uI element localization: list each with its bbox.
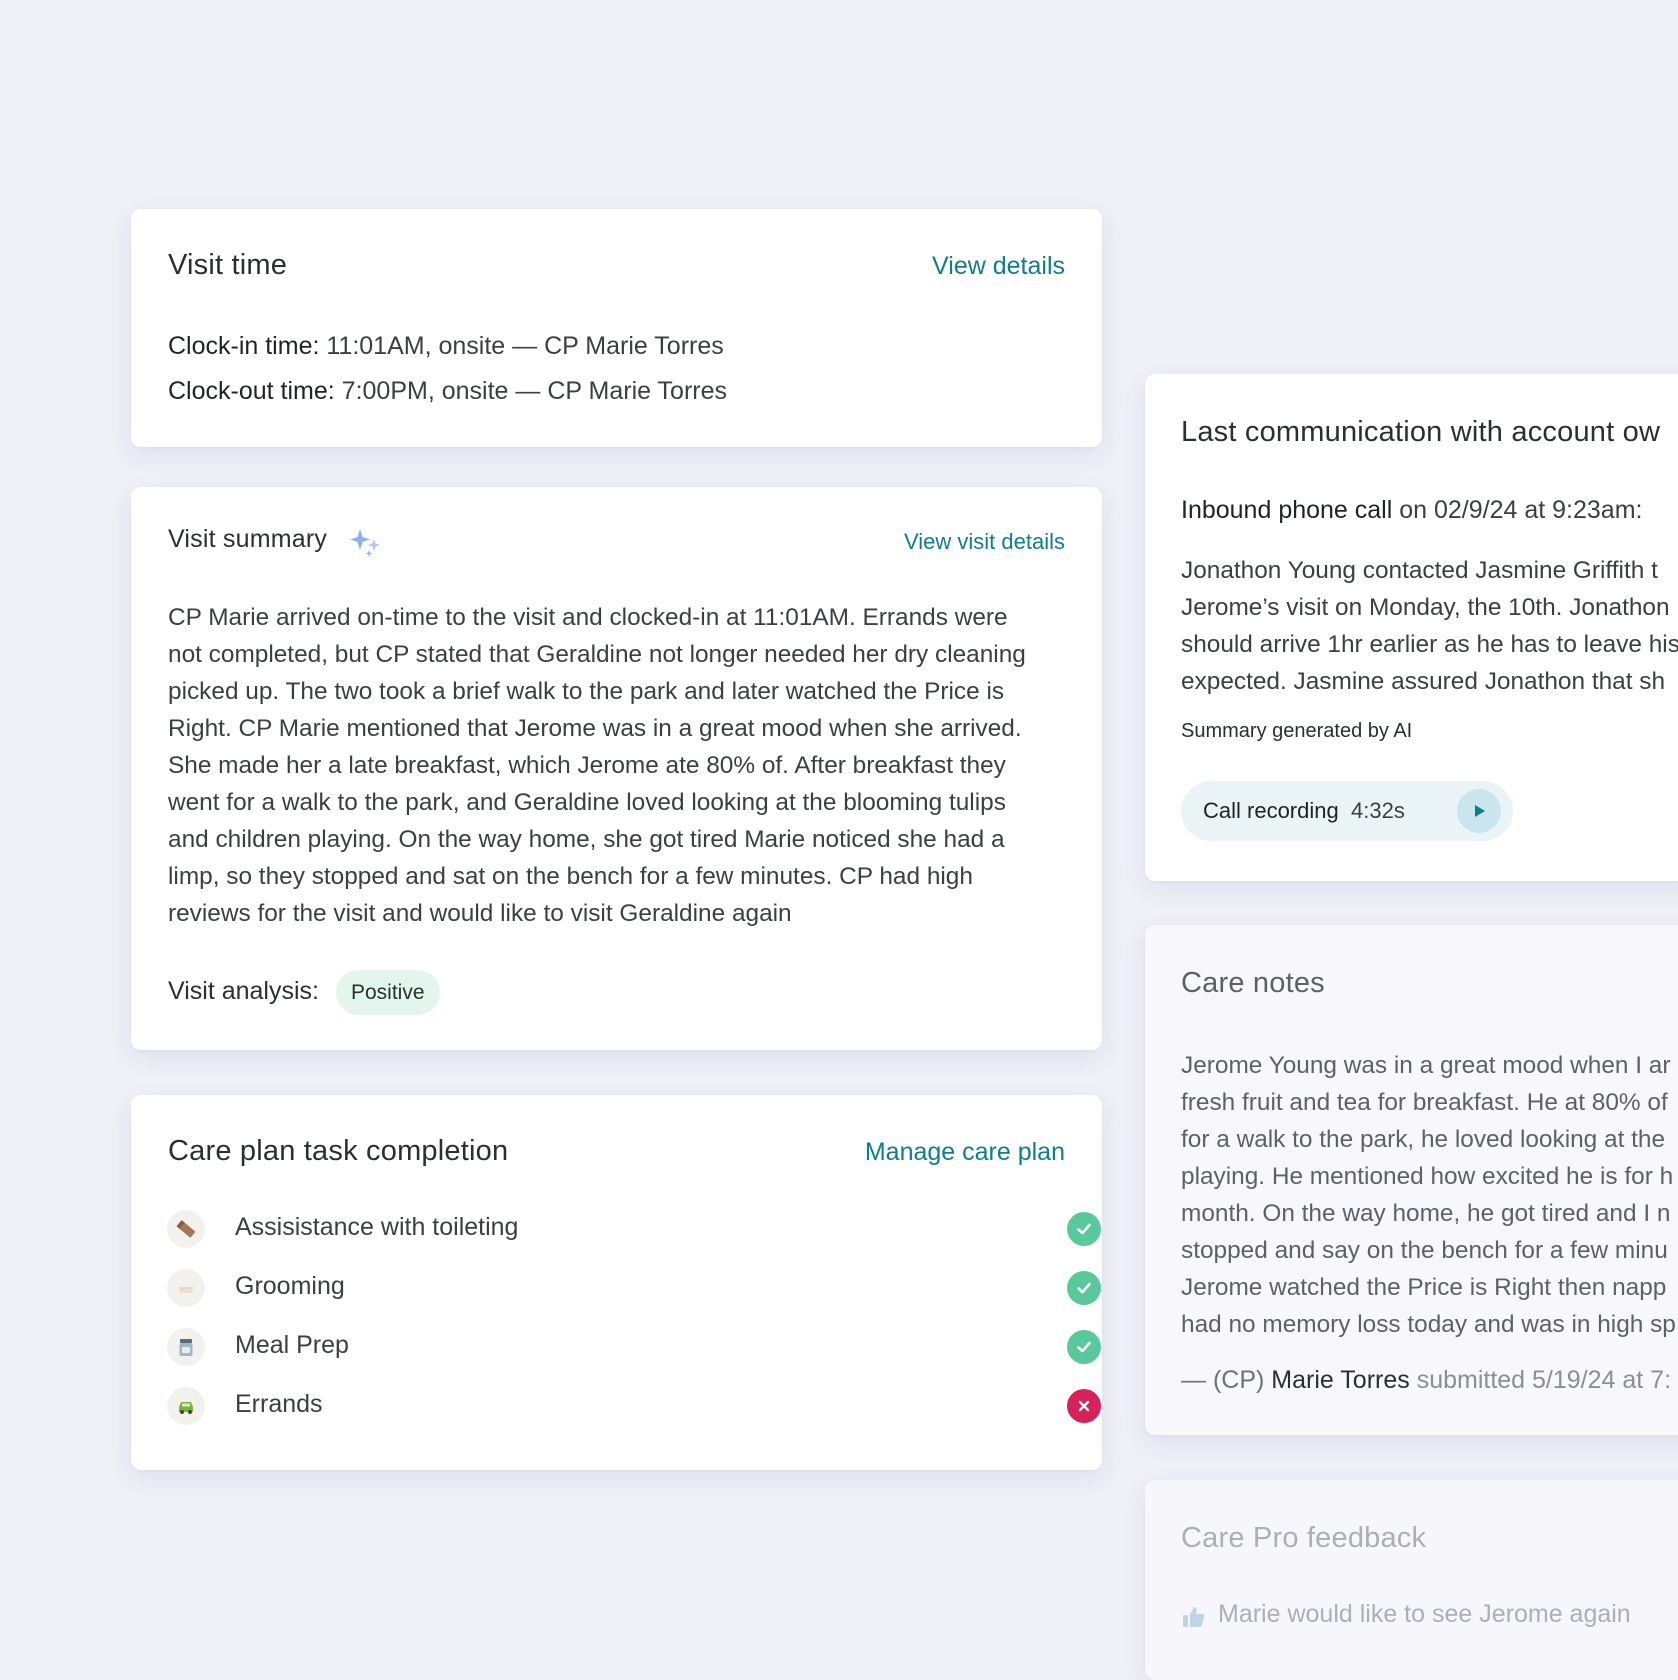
clock-in-row: Clock-in time: 11:01AM, onsite — CP Mari…	[168, 332, 724, 361]
play-button[interactable]	[1457, 789, 1501, 833]
comb-icon	[167, 1269, 205, 1307]
task-label: Errands	[235, 1390, 323, 1418]
care-notes-line: month. On the way home, he got tired and…	[1181, 1200, 1671, 1227]
last-communication-title: Last communication with account ow	[1181, 416, 1661, 448]
last-communication-card: Last communication with account ow Inbou…	[1145, 374, 1678, 881]
call-type: Inbound phone call	[1181, 496, 1393, 524]
check-icon	[1067, 1271, 1101, 1305]
care-notes-line: had no memory loss today and was in high…	[1181, 1311, 1676, 1338]
view-details-link[interactable]: View details	[932, 252, 1065, 281]
care-notes-line: Jerome watched the Price is Right then n…	[1181, 1274, 1667, 1301]
visit-analysis-label: Visit analysis:	[168, 977, 319, 1005]
clock-out-value: 7:00PM, onsite — CP Marie Torres	[334, 377, 728, 405]
call-summary-line: Jerome’s visit on Monday, the 10th. Jona…	[1181, 594, 1670, 621]
summary-line: not completed, but CP stated that Gerald…	[168, 641, 1026, 668]
care-notes-title: Care notes	[1181, 967, 1325, 999]
check-icon	[1067, 1212, 1101, 1246]
toilet-paper-icon	[167, 1210, 205, 1248]
signature-submitted: submitted 5/19/24 at 7:	[1409, 1366, 1672, 1394]
task-row-meal-prep: Meal Prep	[167, 1328, 1101, 1368]
call-recording-duration: 4:32s	[1351, 798, 1405, 823]
summary-line: reviews for the visit and would like to …	[168, 900, 792, 927]
task-label: Grooming	[235, 1272, 345, 1300]
call-summary-line: Jonathon Young contacted Jasmine Griffit…	[1181, 557, 1658, 584]
summary-line: went for a walk to the park, and Geraldi…	[168, 789, 1006, 816]
visit-summary-card: Visit summary View visit details CP Mari…	[131, 487, 1102, 1050]
feedback-item: Marie would like to see Jerome again	[1218, 1600, 1631, 1628]
care-notes-card: Care notes Jerome Young was in a great m…	[1145, 925, 1678, 1435]
thumbs-up-icon	[1181, 1604, 1207, 1635]
summary-line: She made her a late breakfast, which Jer…	[168, 752, 1006, 779]
signature-name: Marie Torres	[1271, 1366, 1410, 1394]
call-recording-player: Call recording 4:32s	[1181, 781, 1513, 841]
call-summary-line: should arrive 1hr earlier as he has to l…	[1181, 631, 1678, 658]
visit-analysis-badge: Positive	[336, 970, 440, 1015]
task-row-grooming: Grooming	[167, 1269, 1101, 1309]
call-recording-label: Call recording	[1203, 798, 1339, 823]
ai-sparkle-icon	[349, 527, 383, 562]
feedback-title: Care Pro feedback	[1181, 1522, 1427, 1554]
visit-summary-text: CP Marie arrived on-time to the visit an…	[168, 599, 1026, 932]
visit-time-title: Visit time	[168, 249, 288, 281]
manage-care-plan-link[interactable]: Manage care plan	[865, 1138, 1065, 1167]
summary-line: and children playing. On the way home, s…	[168, 826, 1005, 853]
care-plan-card: Care plan task completion Manage care pl…	[131, 1095, 1102, 1470]
summary-line: limp, so they stopped and sat on the ben…	[168, 863, 973, 890]
task-label: Assisistance with toileting	[235, 1213, 519, 1241]
care-notes-line: for a walk to the park, he loved looking…	[1181, 1126, 1666, 1153]
care-notes-line: fresh fruit and tea for breakfast. He at…	[1181, 1089, 1668, 1116]
x-icon	[1067, 1389, 1101, 1423]
care-plan-title: Care plan task completion	[168, 1135, 509, 1167]
view-visit-details-link[interactable]: View visit details	[904, 529, 1065, 555]
check-icon	[1067, 1330, 1101, 1364]
clock-out-label: Clock-out time:	[168, 377, 335, 405]
jar-icon	[167, 1328, 205, 1366]
call-summary-text: Jonathon Young contacted Jasmine Griffit…	[1181, 552, 1678, 700]
clock-in-label: Clock-in time:	[168, 332, 320, 360]
care-notes-line: stopped and say on the bench for a few m…	[1181, 1237, 1668, 1264]
call-when: on 02/9/24 at 9:23am:	[1392, 496, 1643, 524]
task-row-errands: Errands	[167, 1387, 1101, 1427]
care-pro-feedback-card: Care Pro feedback Marie would like to se…	[1145, 1480, 1678, 1680]
signature-prefix: — (CP)	[1181, 1366, 1272, 1394]
summary-line: picked up. The two took a brief walk to …	[168, 678, 1005, 705]
ai-summary-note: Summary generated by AI	[1181, 720, 1413, 742]
call-summary-line: expected. Jasmine assured Jonathon that …	[1181, 668, 1666, 695]
care-notes-signature: — (CP) Marie Torres submitted 5/19/24 at…	[1181, 1366, 1671, 1395]
clock-in-value: 11:01AM, onsite — CP Marie Torres	[319, 332, 724, 360]
play-icon	[1475, 805, 1485, 817]
visit-summary-title: Visit summary	[168, 525, 328, 553]
summary-line: CP Marie arrived on-time to the visit an…	[168, 604, 1008, 631]
clock-out-row: Clock-out time: 7:00PM, onsite — CP Mari…	[168, 377, 727, 406]
call-info-row: Inbound phone call on 02/9/24 at 9:23am:	[1181, 496, 1642, 525]
car-icon	[167, 1387, 205, 1425]
visit-time-card: Visit time View details Clock-in time: 1…	[131, 209, 1102, 447]
task-label: Meal Prep	[235, 1331, 349, 1359]
care-notes-line: Jerome Young was in a great mood when I …	[1181, 1052, 1671, 1079]
summary-line: Right. CP Marie mentioned that Jerome wa…	[168, 715, 1022, 742]
care-notes-line: playing. He mentioned how excited he is …	[1181, 1163, 1674, 1190]
care-notes-text: Jerome Young was in a great mood when I …	[1181, 1047, 1676, 1343]
task-row-toileting: Assisistance with toileting	[167, 1210, 1101, 1250]
